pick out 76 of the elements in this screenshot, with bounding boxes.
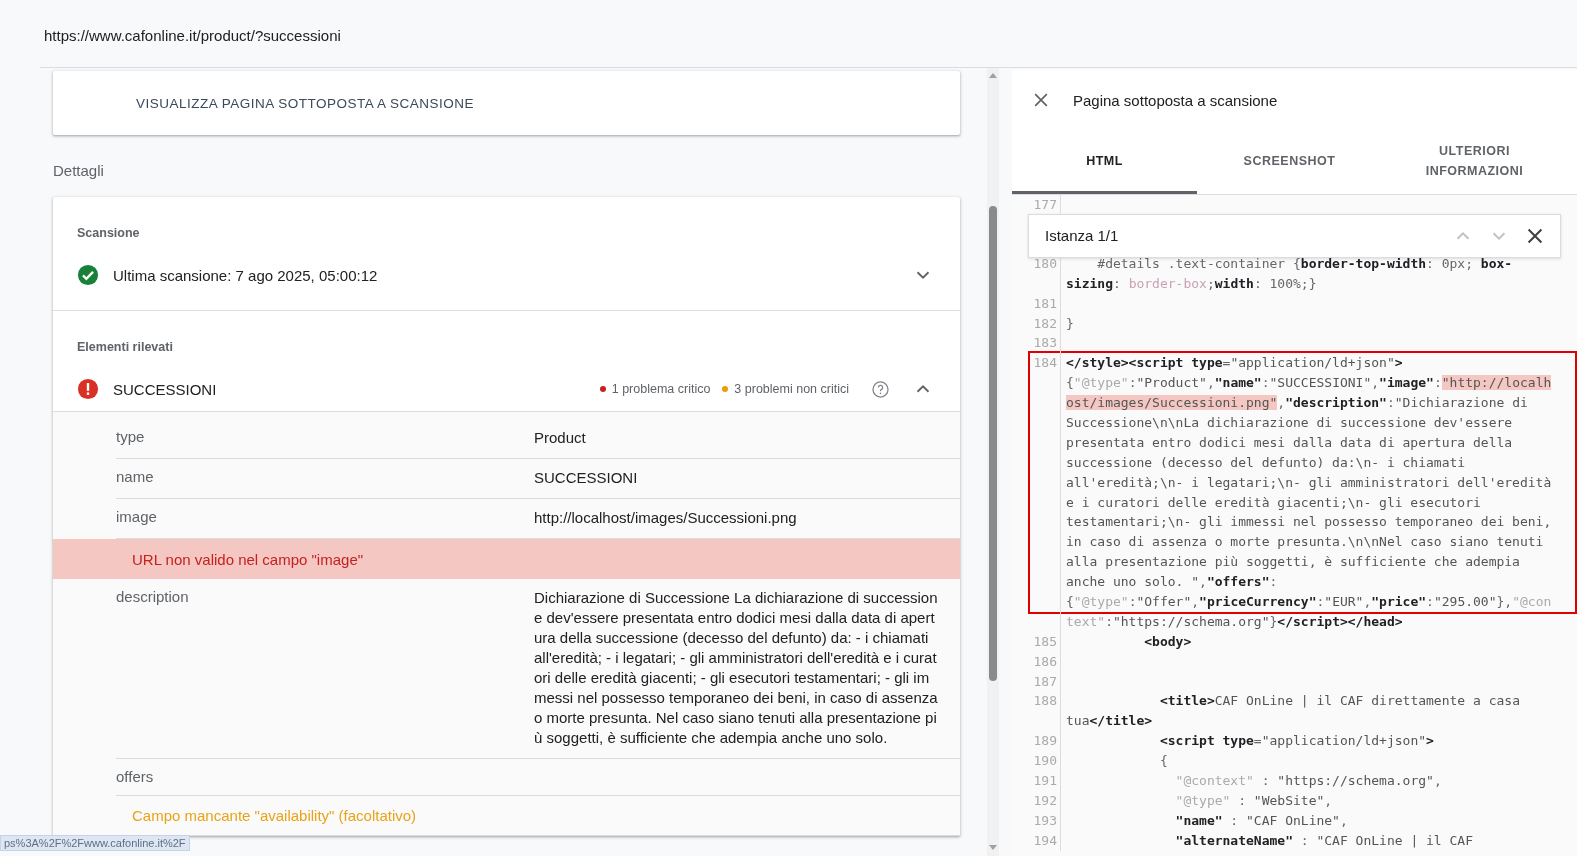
line-number: 188 <box>1033 693 1057 709</box>
noncritical-issues-count: 3 problemi non critici <box>734 382 849 396</box>
field-value: Product <box>534 429 586 446</box>
item-name: SUCCESSIONI <box>113 380 217 398</box>
code-line: "alternateName" : "CAF OnLine | il CAF <box>1174 831 1473 850</box>
field-name: image <box>116 508 157 525</box>
code-line: text":"https://schema.org"}</script></head> <box>1065 612 1403 631</box>
search-field[interactable]: Istanza 1/1 <box>1028 213 1561 258</box>
warning-dot-icon <box>722 386 729 392</box>
scrollbar-thumb[interactable] <box>989 206 997 681</box>
field-name: offers <box>116 768 154 785</box>
panel-title: Pagina sottoposta a scansione <box>1073 91 1278 109</box>
tab[interactable]: SCREENSHOT <box>1197 130 1382 194</box>
code-line: tua</title> <box>1065 712 1153 731</box>
field-name: description <box>116 588 189 605</box>
code-line: anche uno solo. ","offers": <box>1065 573 1278 592</box>
line-number: 184 <box>1033 355 1057 371</box>
code-line: e i curatori delle eredità giacenti;\n- gli esecutori <box>1065 493 1481 512</box>
code-line: <script type="application/ld+json"> <box>1158 732 1434 751</box>
line-number: 177 <box>1033 197 1057 212</box>
code-line: "@context" : "https://schema.org", <box>1174 772 1442 791</box>
section-label: Scansione <box>77 226 140 240</box>
scrollbar[interactable] <box>987 68 999 856</box>
code-line: { <box>1158 752 1168 771</box>
critical-issues-count: 1 problema critico <box>611 382 711 396</box>
scroll-up-icon[interactable] <box>989 73 997 78</box>
code-line: sizing: border-box;width: 100%;} <box>1065 274 1317 293</box>
status-url-tooltip: ps%3A%2F%2Fwww.cafonline.it%2F <box>0 835 190 851</box>
last-crawl-text: Ultima scansione: 7 ago 2025, 05:00:12 <box>113 266 378 284</box>
code-line: successione (decesso del defunto) da:\n- i chiamati <box>1065 453 1466 472</box>
line-number: 189 <box>1033 733 1057 749</box>
field-name: type <box>116 428 145 445</box>
tab[interactable]: ULTERIORI INFORMAZIONI <box>1382 130 1567 194</box>
line-number: 182 <box>1033 315 1057 331</box>
line-number: 183 <box>1033 335 1057 351</box>
field-name: name <box>116 468 154 485</box>
search-input[interactable]: Istanza 1/1 <box>1043 226 1452 246</box>
field-value: http://localhost/images/Successioni.png <box>534 509 797 526</box>
line-number: 191 <box>1033 773 1057 789</box>
line-number: 190 <box>1033 753 1057 769</box>
critical-dot-icon <box>599 386 606 392</box>
code-line: </style><script type="application/ld+json"> <box>1065 354 1403 373</box>
help-icon[interactable] <box>871 379 890 399</box>
line-number: 181 <box>1033 295 1057 311</box>
line-number: 180 <box>1033 255 1057 271</box>
warning-message: Campo mancante "availability" (facoltativo) <box>132 807 417 824</box>
line-number: 193 <box>1033 812 1057 828</box>
code-line: <body> <box>1143 632 1192 651</box>
code-line: "@type" : "WebSite", <box>1174 791 1333 810</box>
page-url: https://www.cafonline.it/product/?successioni <box>44 27 341 44</box>
line-number: 192 <box>1033 792 1057 808</box>
section-heading: Dettagli <box>53 162 105 179</box>
code-line: presentata entro dodici mesi dalla data di apertura della <box>1065 433 1513 452</box>
code-line: } <box>1065 314 1074 333</box>
field-value: SUCCESSIONI <box>534 469 638 486</box>
code-line: alla presentazione più soggetti, è sufficiente che adempia <box>1065 553 1520 572</box>
code-line: testamentari;\n- gli immessi nel possesso temporaneo dei beni, <box>1065 513 1552 532</box>
line-number: 187 <box>1033 673 1057 689</box>
code-line: all'eredità;\n- i legatari;\n- gli amministratori dell'eredità <box>1065 473 1552 492</box>
code-line: ost/images/Successioni.png","description":"Dichiarazione di <box>1065 394 1528 413</box>
error-alert-icon <box>77 378 99 400</box>
code-line: {"@type":"Product","name":"SUCCESSIONI","image":"http://localh <box>1065 374 1552 393</box>
code-line: in caso di assenza o morte presunta.\n\nNel caso siano tenuti <box>1065 533 1544 552</box>
code-line: <title>CAF OnLine | il CAF direttamente a casa <box>1158 692 1520 711</box>
line-number: 185 <box>1033 633 1057 649</box>
code-line: "name" : "CAF OnLine", <box>1174 811 1348 830</box>
error-message: URL non valido nel campo "image" <box>132 550 364 568</box>
code-line: {"@type":"Offer","priceCurrency":"EUR","price":"295.00"},"@con <box>1065 593 1552 612</box>
section-label: Elementi rilevati <box>77 340 173 354</box>
field-value: Dichiarazione di Successione La dichiarazione di successione dev'essere presentata entro dodici mesi dalla data di apertura della successione (decesso del defunto) da: - i chiamati all'eredità; - i legatari; - gli amministratori dell'eredità e i curatori delle eredità giacenti; - gli esecutori testamentari; - gli immessi nel possesso temporaneo dei beni, in caso di assenza o morte presunta. Nel caso siano tenuti alla presentazione più soggetti, è sufficiente che adempia anche uno solo. <box>534 589 938 746</box>
success-check-icon <box>77 264 99 286</box>
line-number: 186 <box>1033 653 1057 669</box>
scroll-down-icon[interactable] <box>989 845 997 850</box>
line-number: 194 <box>1033 832 1057 848</box>
view-crawled-page-button[interactable]: VISUALIZZA PAGINA SOTTOPOSTA A SCANSIONE <box>124 87 487 119</box>
code-line: Successione\n\nLa dichiarazione di successione dev'essere <box>1065 414 1513 432</box>
